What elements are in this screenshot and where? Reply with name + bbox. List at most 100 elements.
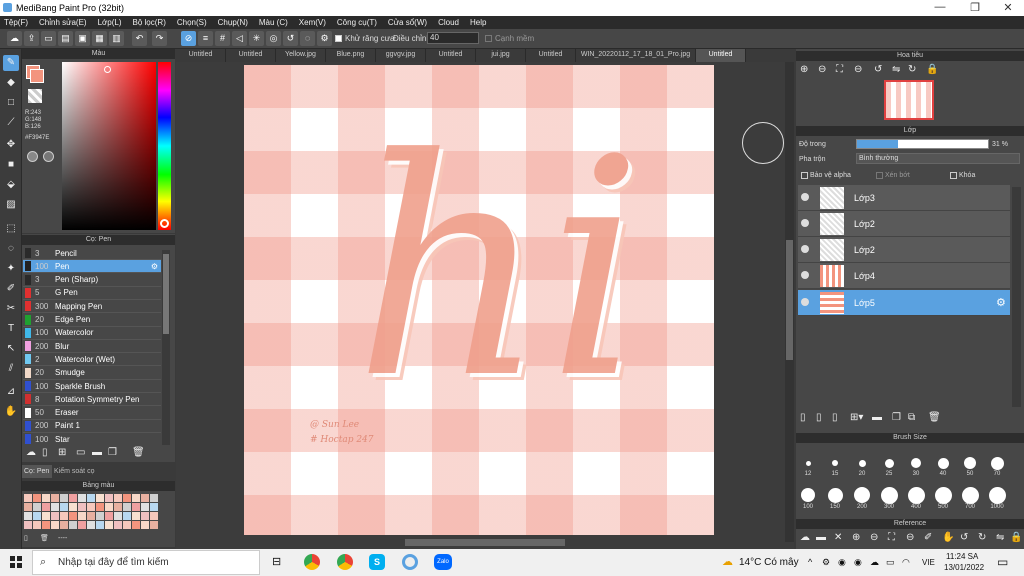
palette-swatch[interactable] — [123, 521, 131, 529]
share-icon[interactable]: ⇪ — [24, 31, 39, 46]
lasso-tool-icon[interactable]: ◌ — [3, 241, 19, 257]
gradient-tool-icon[interactable]: ▨ — [3, 197, 19, 213]
palette-swatch[interactable] — [33, 494, 41, 502]
move-tool-icon[interactable]: ✥ — [3, 137, 19, 153]
palette-swatch[interactable] — [105, 494, 113, 502]
layer-list-scrollbar[interactable] — [1012, 187, 1021, 407]
layer-row[interactable]: Lớp2 — [798, 211, 1010, 237]
palette-swatch[interactable] — [87, 503, 95, 511]
zalo-icon[interactable]: Zalo — [434, 554, 452, 570]
brush-size-dot[interactable] — [880, 486, 898, 504]
menu-select[interactable]: Chọn(S) — [177, 18, 207, 27]
snap-off-icon[interactable]: ⊘ — [181, 31, 196, 46]
ref-lock-icon[interactable]: 🔒 — [1010, 532, 1022, 543]
smooth-checkbox[interactable] — [485, 35, 492, 42]
grid-icon[interactable]: ▥ — [109, 31, 124, 46]
menu-help[interactable]: Help — [470, 18, 486, 27]
divide-tool-icon[interactable]: ⫽ — [3, 361, 19, 377]
select-tool-icon[interactable]: ⬚ — [3, 221, 19, 237]
brush-cloud-icon[interactable]: ☁ — [26, 447, 36, 458]
maximize-button[interactable]: ❐ — [960, 1, 990, 14]
layer-row[interactable]: Lớp3 — [798, 185, 1010, 211]
palette-swatch[interactable] — [150, 503, 158, 511]
brush-list-item[interactable]: 100 Sparkle Brush — [23, 380, 161, 393]
palette-swatch[interactable] — [78, 494, 86, 502]
hue-slider[interactable] — [158, 62, 171, 230]
magic-wand-tool-icon[interactable]: ✦ — [3, 261, 19, 277]
menu-file[interactable]: Tệp(F) — [4, 18, 28, 27]
material-icon[interactable]: ▤ — [58, 31, 73, 46]
doc-tab[interactable]: WIN_20220112_17_18_01_Pro.jpg — [576, 49, 696, 62]
select-eraser-tool-icon[interactable]: ✂ — [3, 301, 19, 317]
nav-rotate-left-icon[interactable]: ↺ — [874, 64, 882, 75]
brush-list-item[interactable]: 3 Pencil — [23, 247, 161, 260]
canvas-vscroll-thumb[interactable] — [786, 240, 793, 360]
cloud-icon[interactable]: ☁ — [7, 31, 22, 46]
palette-swatch[interactable] — [87, 494, 95, 502]
doc-tab[interactable]: ggvgv.jpg — [376, 49, 426, 62]
ref-rotate-right-icon[interactable]: ↻ — [978, 532, 986, 543]
eyedropper-tool-icon[interactable]: ⊿ — [3, 384, 19, 400]
palette-grid[interactable] — [24, 494, 164, 530]
brush-tool-icon[interactable]: ✎ — [3, 55, 19, 71]
palette-swatch[interactable] — [141, 512, 149, 520]
palette-swatch[interactable] — [78, 521, 86, 529]
undo-icon[interactable]: ↶ — [132, 31, 147, 46]
brush-import-icon[interactable]: ▭ — [76, 447, 85, 458]
palette-swatch[interactable] — [42, 503, 50, 511]
menu-filter[interactable]: Bộ lọc(R) — [133, 18, 166, 27]
medibang-icon[interactable] — [402, 554, 418, 570]
doc-tab[interactable]: Blue.png — [326, 49, 376, 62]
lock-checkbox[interactable] — [950, 172, 957, 179]
palette-swatch[interactable] — [60, 521, 68, 529]
ref-eyedropper-icon[interactable]: ✐ — [924, 532, 932, 543]
hue-slider-handle[interactable] — [160, 219, 169, 228]
merge-layer-icon[interactable]: ⧉ — [908, 412, 915, 423]
tray-skype-icon[interactable]: ◉ — [854, 557, 862, 568]
doc-tab[interactable]: jui.jpg — [476, 49, 526, 62]
tray-chevron-icon[interactable]: ^ — [808, 557, 812, 567]
wifi-icon[interactable]: ◠ — [902, 557, 910, 568]
ref-hand-icon[interactable]: ✋ — [942, 532, 954, 543]
task-view-icon[interactable]: ⊟ — [272, 555, 281, 568]
palette-swatch[interactable] — [123, 503, 131, 511]
palette-swatch[interactable] — [105, 512, 113, 520]
palette-swatch[interactable] — [132, 494, 140, 502]
menu-view[interactable]: Xem(V) — [299, 18, 326, 27]
canvas-hscroll-thumb[interactable] — [405, 539, 565, 546]
redo-icon[interactable]: ↷ — [152, 31, 167, 46]
palette-swatch[interactable] — [96, 503, 104, 511]
brush-list-item[interactable]: 5 G Pen — [23, 287, 161, 300]
brush-size-dot[interactable] — [934, 486, 952, 504]
battery-icon[interactable]: ▭ — [886, 557, 895, 568]
ellipse-snap-icon[interactable]: ◌ — [300, 31, 315, 46]
panel-icon[interactable]: ▦ — [92, 31, 107, 46]
parallel-snap-icon[interactable]: ≡ — [198, 31, 213, 46]
brush-list-item[interactable]: 200 Paint 1 — [23, 420, 161, 433]
nav-lock-icon[interactable]: 🔒 — [926, 64, 938, 75]
grid-snap-icon[interactable]: # — [215, 31, 230, 46]
tab-brush-control[interactable]: Kiểm soát cọ — [54, 468, 94, 475]
menu-window[interactable]: Cửa sổ(W) — [388, 18, 427, 27]
comment-icon[interactable]: ▭ — [41, 31, 56, 46]
ref-zoom-in-icon[interactable]: ⊕ — [852, 532, 860, 543]
layer-row[interactable]: Lớp2 — [798, 237, 1010, 263]
saturation-value-picker[interactable] — [62, 62, 156, 230]
sv-picker-cursor[interactable] — [104, 66, 111, 73]
line-tool-icon[interactable]: ⟋ — [3, 115, 19, 131]
nav-rotate-right-icon[interactable]: ↻ — [908, 64, 916, 75]
brush-list-item[interactable]: 20 Smudge — [23, 367, 161, 380]
tab-brush[interactable]: Cọ: Pen — [22, 465, 52, 478]
palette-delete-icon[interactable]: 🗑 — [40, 534, 49, 542]
artwork-canvas[interactable]: hi @ Sun Lee # Hoctap 247 — [244, 65, 714, 535]
brush-size-dot[interactable] — [801, 488, 815, 502]
add-layer-menu-icon[interactable]: ⊞▾ — [850, 412, 863, 423]
palette-swatch[interactable] — [87, 512, 95, 520]
ref-zoom-out-icon[interactable]: ⊖ — [870, 532, 878, 543]
brush-list-item[interactable]: 200 Blur — [23, 340, 161, 354]
tray-cloud-icon[interactable]: ☁ — [870, 557, 879, 568]
brush-list-item[interactable]: 20 Edge Pen — [23, 314, 161, 327]
shape-tool-icon[interactable]: ■ — [3, 157, 19, 173]
palette-swatch[interactable] — [78, 512, 86, 520]
nav-flip-icon[interactable]: ⇋ — [892, 64, 900, 75]
